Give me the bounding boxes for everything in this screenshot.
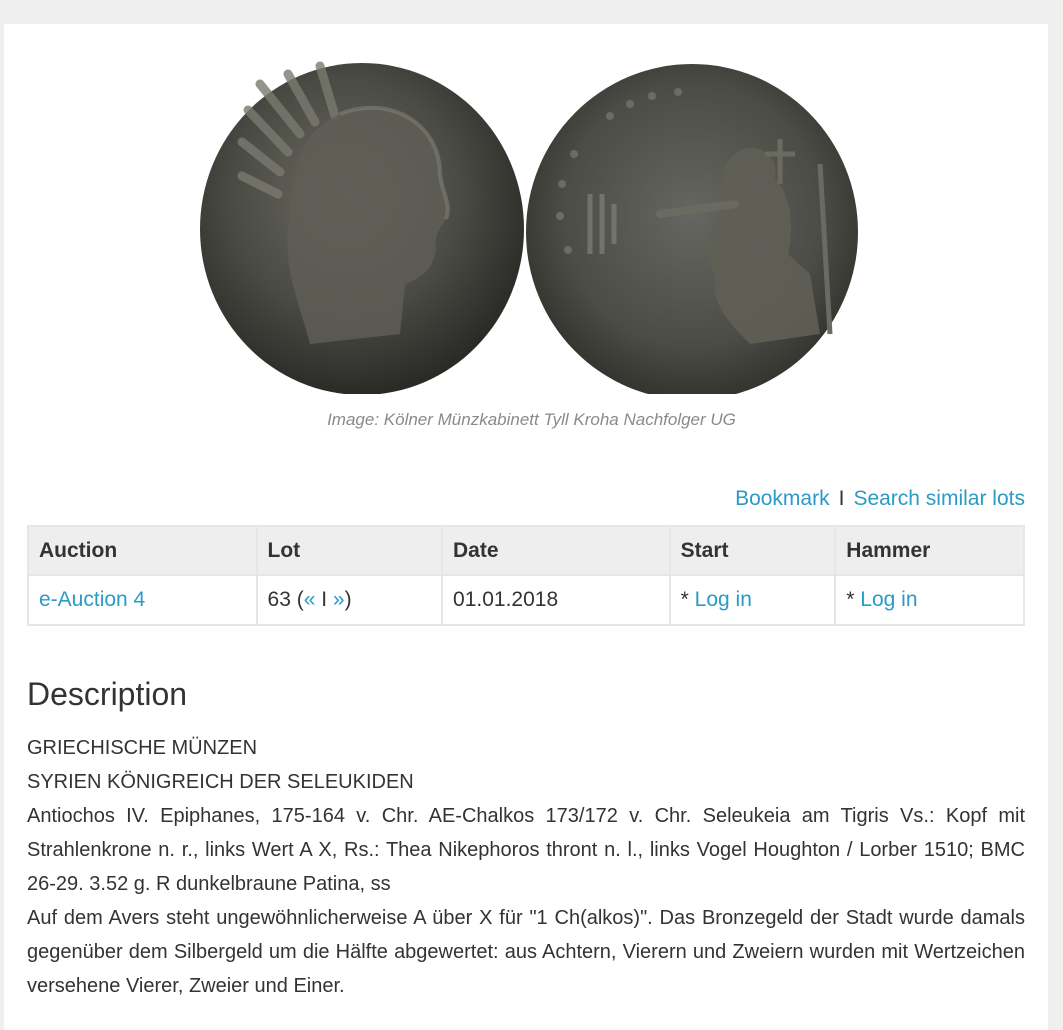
auction-cell: e-Auction 4: [27, 574, 258, 626]
hammer-login-link[interactable]: Log in: [860, 588, 917, 611]
description-notes: Auf dem Avers steht ungewöhnlicherweise …: [27, 907, 1025, 997]
column-header-date: Date: [441, 525, 671, 576]
next-lot-link[interactable]: »: [333, 588, 345, 611]
hammer-prefix: *: [846, 588, 861, 611]
lot-nav-separator: I: [315, 588, 333, 611]
coin-image[interactable]: [190, 44, 870, 394]
auction-link[interactable]: e-Auction 4: [39, 588, 145, 611]
description-body: GRIECHISCHE MÜNZEN SYRIEN KÖNIGREICH DER…: [27, 731, 1025, 1003]
bookmark-link[interactable]: Bookmark: [735, 487, 830, 510]
coin-obverse-icon: [200, 61, 524, 394]
column-header-lot: Lot: [255, 525, 444, 576]
search-similar-lots-link[interactable]: Search similar lots: [853, 487, 1025, 510]
image-caption: Image: Kölner Münzkabinett Tyll Kroha Na…: [327, 410, 736, 429]
description-category: GRIECHISCHE MÜNZEN: [27, 737, 258, 759]
start-cell: * Log in: [668, 574, 837, 626]
column-header-start: Start: [668, 525, 837, 576]
description-subcategory: SYRIEN KÖNIGREICH DER SELEUKIDEN: [27, 771, 414, 793]
table-header-row: Auction Lot Date Start Hammer: [27, 525, 1025, 576]
lot-cell: 63 (« I »): [255, 574, 444, 626]
lot-actions: Bookmark I Search similar lots: [735, 487, 1025, 511]
actions-separator: I: [838, 487, 845, 510]
table-row: e-Auction 4 63 (« I ») 01.01.2018 * Log …: [27, 574, 1025, 626]
hammer-cell: * Log in: [834, 574, 1025, 626]
lot-number: 63 (: [267, 588, 304, 611]
description-heading: Description: [27, 676, 188, 712]
lot-close-paren: ): [344, 588, 352, 611]
coin-reverse-icon: [526, 64, 858, 394]
description-details: Antiochos IV. Epiphanes, 175-164 v. Chr.…: [27, 805, 1025, 895]
date-cell: 01.01.2018: [441, 574, 671, 626]
start-login-link[interactable]: Log in: [695, 588, 752, 611]
lot-info-table: Auction Lot Date Start Hammer e-Auction …: [27, 525, 1025, 626]
column-header-auction: Auction: [27, 525, 258, 576]
previous-lot-link[interactable]: «: [304, 588, 316, 611]
column-header-hammer: Hammer: [834, 525, 1025, 576]
start-prefix: *: [680, 588, 695, 611]
